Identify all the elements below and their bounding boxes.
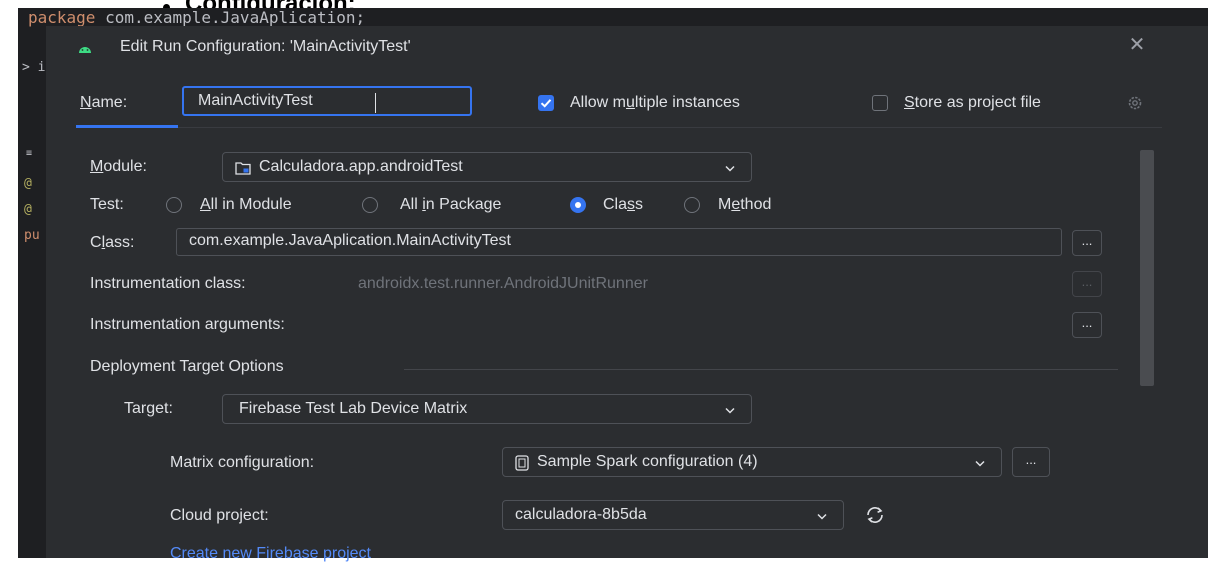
cloud-project-dropdown[interactable]: calculadora-8b5da (502, 500, 844, 530)
allow-multiple-label[interactable]: Allow multiple instances (570, 94, 740, 112)
target-value: Firebase Test Lab Device Matrix (239, 400, 468, 417)
chevron-down-icon (975, 460, 985, 467)
class-value: com.example.JavaAplication.MainActivityT… (189, 232, 511, 249)
check-icon (540, 99, 552, 108)
android-icon (79, 47, 91, 53)
dialog-title: Edit Run Configuration: 'MainActivityTes… (120, 38, 411, 55)
matrix-config-dropdown[interactable]: Sample Spark configuration (4) (502, 447, 1002, 477)
code-line-package: package com.example.JavaAplication; (28, 8, 365, 27)
target-dropdown[interactable]: Firebase Test Lab Device Matrix (222, 394, 752, 424)
radio-all-in-package[interactable] (362, 197, 378, 213)
gutter-annotation-1: @ (24, 176, 32, 191)
name-input[interactable]: MainActivityTest (182, 86, 472, 116)
cloud-project-label: Cloud project: (170, 507, 269, 524)
folder-module-icon (235, 162, 251, 175)
chevron-down-icon (725, 165, 735, 172)
text-caret (375, 93, 376, 113)
device-icon (515, 455, 529, 471)
class-browse-button[interactable]: ... (1072, 230, 1102, 256)
allow-multiple-checkbox[interactable] (538, 95, 554, 111)
vertical-scrollbar[interactable] (1140, 150, 1154, 386)
radio-label-all-in-package[interactable]: All in Package (400, 196, 501, 214)
matrix-config-browse-button[interactable]: ... (1012, 447, 1050, 477)
deployment-section-title: Deployment Target Options (90, 358, 284, 375)
radio-all-in-module[interactable] (166, 197, 182, 213)
code-keyword: package (28, 8, 96, 27)
matrix-config-label: Matrix configuration: (170, 454, 315, 471)
chevron-down-icon (817, 513, 827, 520)
radio-label-method[interactable]: Method (718, 196, 771, 214)
instrumentation-class-button: ... (1072, 271, 1102, 297)
name-value: MainActivityTest (198, 92, 313, 109)
radio-class[interactable] (570, 197, 586, 213)
instrumentation-class-value: androidx.test.runner.AndroidJUnitRunner (358, 275, 648, 292)
module-label: Module: (90, 158, 147, 175)
class-input[interactable]: com.example.JavaAplication.MainActivityT… (176, 228, 1062, 256)
gutter-annotation-2: @ (24, 202, 32, 217)
name-field-indicator (76, 125, 178, 128)
gutter-public: pu (24, 228, 40, 243)
section-divider (404, 369, 1118, 370)
gutter-mark: ≡ (26, 148, 33, 159)
tab-separator (76, 127, 1162, 128)
store-as-project-label[interactable]: Store as project file (904, 94, 1041, 112)
code-package-name: com.example.JavaAplication; (95, 8, 366, 27)
instrumentation-args-button[interactable]: ... (1072, 312, 1102, 338)
matrix-config-value: Sample Spark configuration (4) (537, 453, 758, 470)
class-label: Class: (90, 234, 135, 251)
radio-method[interactable] (684, 197, 700, 213)
gear-icon[interactable] (1126, 94, 1144, 112)
store-as-project-checkbox[interactable] (872, 95, 888, 111)
name-label: Name: (80, 94, 128, 111)
instrumentation-class-label: Instrumentation class: (90, 275, 246, 292)
cloud-project-value: calculadora-8b5da (515, 506, 647, 523)
radio-label-class[interactable]: Class (603, 196, 643, 214)
create-firebase-project-link[interactable]: Create new Firebase project (170, 545, 371, 563)
chevron-down-icon (725, 407, 735, 414)
instrumentation-args-label: Instrumentation arguments: (90, 316, 285, 333)
radio-label-all-in-module[interactable]: All in Module (200, 196, 292, 214)
test-label: Test: (90, 196, 124, 213)
refresh-icon[interactable] (864, 504, 886, 526)
module-value: Calculadora.app.androidTest (259, 158, 463, 175)
target-label: Target: (124, 400, 173, 417)
module-dropdown[interactable]: Calculadora.app.androidTest (222, 152, 752, 182)
close-icon[interactable]: ✕ (1126, 34, 1148, 56)
